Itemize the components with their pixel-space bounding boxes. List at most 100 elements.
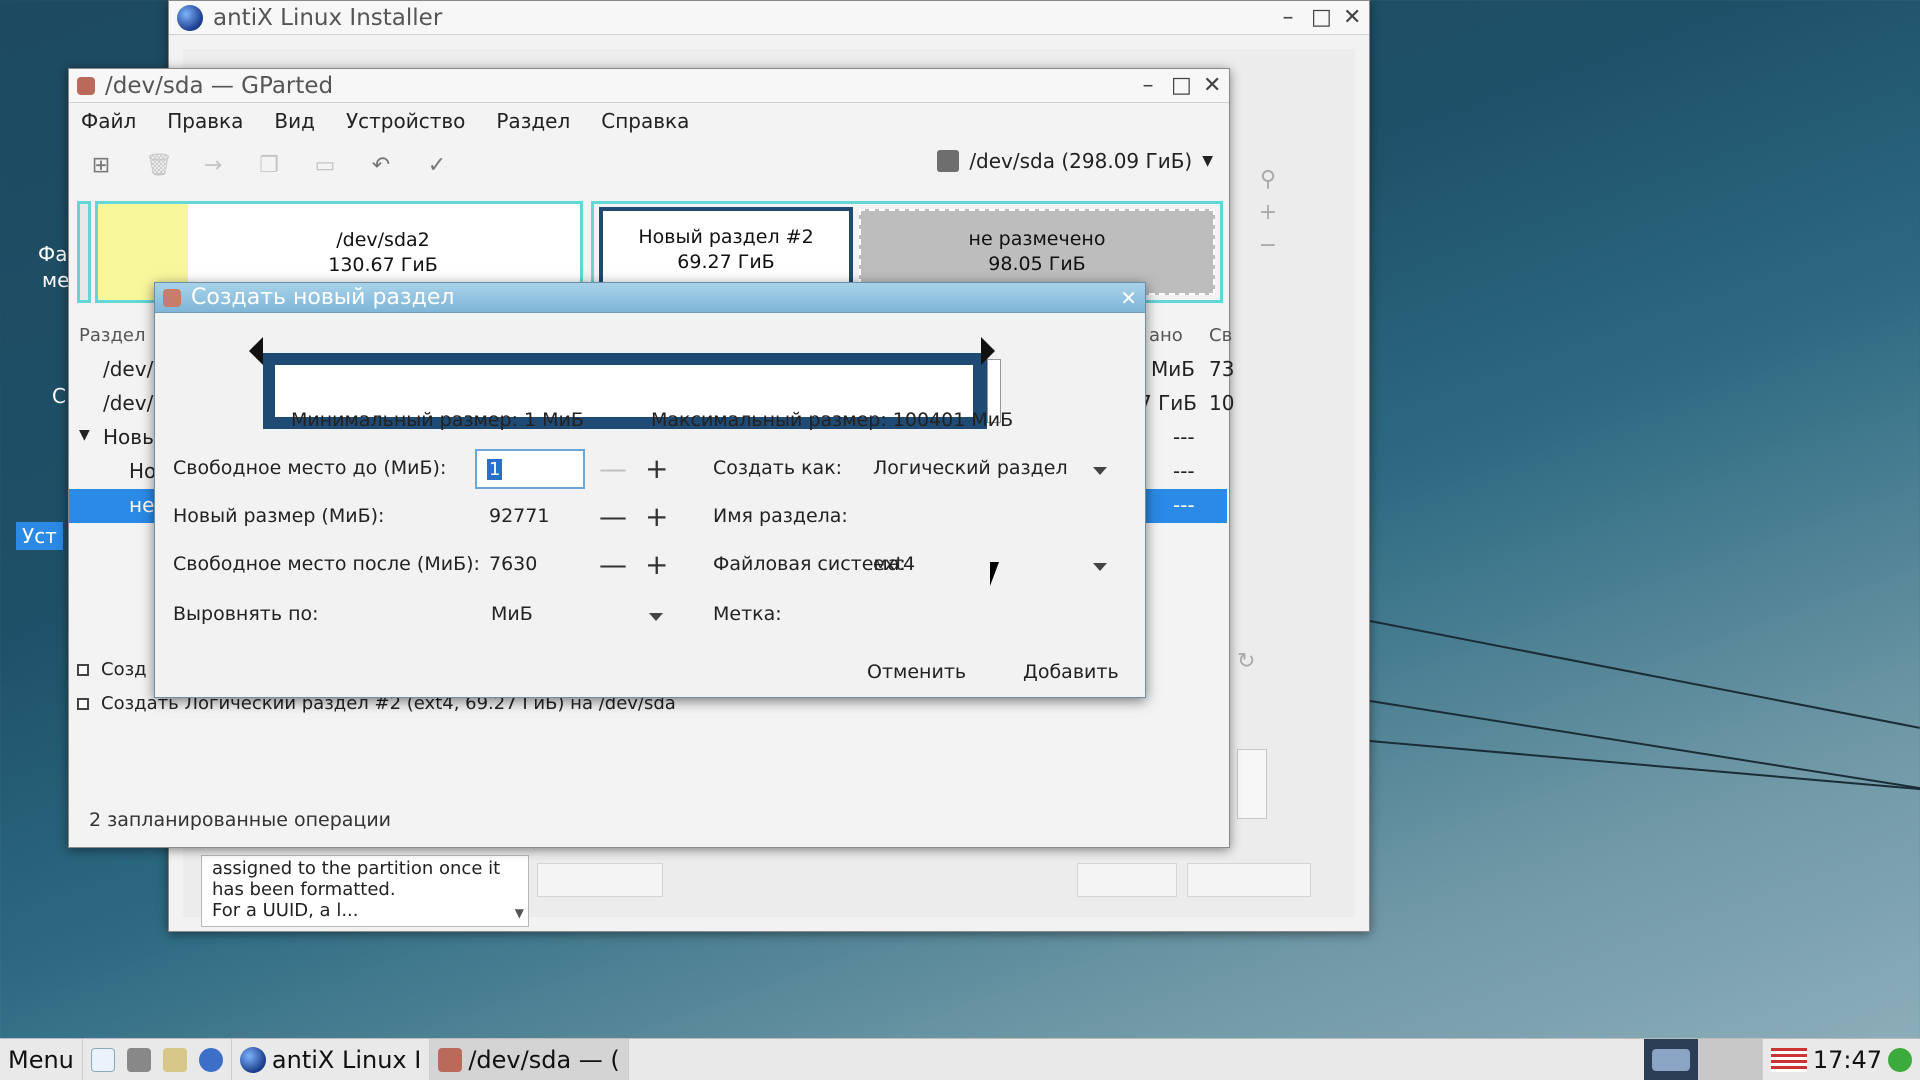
partition-name-label: Имя раздела: bbox=[713, 505, 848, 527]
us-flag-icon[interactable] bbox=[1770, 1047, 1807, 1072]
row-name: /dev/ bbox=[103, 391, 154, 415]
column-header-used[interactable]: ано bbox=[1149, 325, 1183, 346]
chevron-down-icon[interactable] bbox=[649, 613, 663, 621]
operation-icon bbox=[77, 697, 89, 710]
eject-icon[interactable] bbox=[126, 1047, 151, 1072]
menu-button[interactable]: Menu bbox=[0, 1038, 83, 1080]
gparted-titlebar[interactable]: /dev/sda — GParted – □ ✕ bbox=[69, 69, 1229, 103]
apply-icon[interactable]: ✓ bbox=[425, 153, 449, 178]
disk-icon bbox=[937, 150, 960, 172]
task-gparted[interactable]: /dev/sda — ( bbox=[430, 1038, 629, 1080]
free-before-value: 1 bbox=[487, 459, 503, 480]
browser-icon[interactable] bbox=[198, 1047, 223, 1072]
installer-button[interactable] bbox=[1187, 863, 1311, 897]
menu-help[interactable]: Справка bbox=[601, 109, 689, 133]
task-installer-label: antiX Linux I bbox=[271, 1045, 422, 1074]
add-button[interactable]: Добавить bbox=[1023, 661, 1119, 683]
minus-icon[interactable]: − bbox=[1251, 233, 1285, 258]
resize-icon[interactable]: → bbox=[201, 153, 225, 178]
delete-icon[interactable]: 🗑 bbox=[145, 153, 173, 178]
mouse-cursor-icon bbox=[990, 562, 1008, 586]
installer-button[interactable] bbox=[1077, 863, 1177, 897]
new-size-increment[interactable]: + bbox=[645, 503, 668, 531]
row-used: --- bbox=[1173, 425, 1195, 449]
device-selector[interactable]: /dev/sda (298.09 ГиБ) ▼ bbox=[937, 149, 1213, 173]
task-installer[interactable]: antiX Linux I bbox=[232, 1038, 431, 1080]
desktop-label[interactable]: Уст bbox=[16, 522, 63, 550]
cancel-button[interactable]: Отменить bbox=[867, 661, 966, 683]
free-after-decrement[interactable]: — bbox=[599, 551, 627, 579]
new-partition-icon[interactable]: ⊞ bbox=[89, 153, 113, 178]
menu-label: Menu bbox=[8, 1045, 74, 1074]
free-before-increment[interactable]: + bbox=[645, 455, 668, 483]
right-handle-icon[interactable] bbox=[981, 337, 995, 365]
undo-icon[interactable]: ↶ bbox=[369, 153, 393, 178]
new-size-decrement[interactable]: — bbox=[599, 503, 627, 531]
free-after-label: Свободное место после (МиБ): bbox=[173, 553, 480, 575]
gparted-icon bbox=[77, 76, 95, 95]
network-icon[interactable] bbox=[1888, 1047, 1912, 1072]
create-as-select[interactable]: Логический раздел bbox=[873, 457, 1068, 479]
files-icon[interactable] bbox=[162, 1047, 187, 1072]
align-select[interactable]: МиБ bbox=[491, 603, 533, 625]
pager[interactable] bbox=[1698, 1038, 1763, 1080]
maximize-icon[interactable]: □ bbox=[1311, 5, 1332, 30]
tool-icon[interactable]: ⚲ bbox=[1251, 167, 1285, 192]
row-name: не bbox=[129, 493, 155, 517]
file-manager-icon[interactable] bbox=[90, 1047, 115, 1072]
menu-partition[interactable]: Раздел bbox=[496, 109, 570, 133]
operation-text: Созд bbox=[101, 659, 147, 680]
label-label: Метка: bbox=[713, 603, 782, 625]
minimize-icon[interactable]: – bbox=[1139, 73, 1157, 98]
column-header-partition[interactable]: Раздел bbox=[79, 325, 145, 346]
minimize-icon[interactable]: – bbox=[1279, 5, 1297, 30]
menu-view[interactable]: Вид bbox=[274, 109, 315, 133]
free-before-decrement[interactable]: — bbox=[599, 455, 627, 483]
menu-device[interactable]: Устройство bbox=[346, 109, 465, 133]
copy-icon[interactable]: ❐ bbox=[257, 153, 281, 178]
filesystem-select[interactable]: ext4 bbox=[873, 553, 915, 575]
row-name: Новы bbox=[103, 425, 158, 449]
plus-icon[interactable]: + bbox=[1251, 200, 1285, 225]
monitor-indicator[interactable] bbox=[1643, 1038, 1699, 1080]
device-selector-label: /dev/sda (298.09 ГиБ) bbox=[969, 149, 1193, 173]
partition-resizer[interactable] bbox=[155, 313, 1145, 429]
left-handle-icon[interactable] bbox=[249, 337, 263, 365]
free-before-input[interactable]: 1 bbox=[475, 449, 585, 489]
desktop-label: Фа bbox=[38, 242, 68, 266]
free-after-increment[interactable]: + bbox=[645, 551, 668, 579]
menu-file[interactable]: Файл bbox=[81, 109, 136, 133]
menu-edit[interactable]: Правка bbox=[167, 109, 243, 133]
new-size-label: Новый размер (МиБ): bbox=[173, 505, 385, 527]
installer-titlebar[interactable]: antiX Linux Installer – □ ✕ bbox=[169, 1, 1369, 35]
free-after-value[interactable]: 7630 bbox=[489, 553, 537, 575]
clock: 17:47 bbox=[1812, 1045, 1882, 1074]
partition-block[interactable] bbox=[77, 201, 91, 303]
pending-operation[interactable]: Созд bbox=[77, 659, 147, 680]
column-header-free[interactable]: Св bbox=[1209, 325, 1232, 346]
gparted-icon bbox=[438, 1047, 463, 1072]
refresh-icon[interactable]: ↻ bbox=[1237, 649, 1255, 674]
new-size-value[interactable]: 92771 bbox=[489, 505, 549, 527]
partition-name: Новый раздел #2 bbox=[638, 226, 814, 248]
status-bar: 2 запланированные операции bbox=[89, 809, 392, 831]
row-name: Но bbox=[129, 459, 157, 483]
antix-logo-icon bbox=[239, 1046, 266, 1073]
chevron-down-icon[interactable] bbox=[1093, 563, 1107, 571]
dialog-title: Создать новый раздел bbox=[191, 285, 455, 310]
expander-icon[interactable]: ▼ bbox=[79, 427, 90, 443]
partition-size: 69.27 ГиБ bbox=[677, 251, 775, 273]
create-partition-dialog: Создать новый раздел ✕ Минимальный разме… bbox=[154, 282, 1146, 698]
operation-icon bbox=[77, 663, 89, 676]
close-icon[interactable]: ✕ bbox=[1343, 5, 1361, 30]
installer-button[interactable] bbox=[537, 863, 663, 897]
dialog-titlebar[interactable]: Создать новый раздел ✕ bbox=[155, 283, 1145, 313]
chevron-down-icon[interactable] bbox=[1093, 467, 1107, 475]
scroll-down-icon[interactable]: ▼ bbox=[515, 903, 524, 924]
close-icon[interactable]: ✕ bbox=[1203, 73, 1221, 98]
help-text-box[interactable]: assigned to the partition once it has be… bbox=[201, 855, 529, 927]
paste-icon[interactable]: ▭ bbox=[313, 153, 337, 178]
close-icon[interactable]: ✕ bbox=[1120, 286, 1137, 310]
help-text-more: For a UUID, a l... bbox=[212, 900, 359, 921]
maximize-icon[interactable]: □ bbox=[1171, 73, 1192, 98]
